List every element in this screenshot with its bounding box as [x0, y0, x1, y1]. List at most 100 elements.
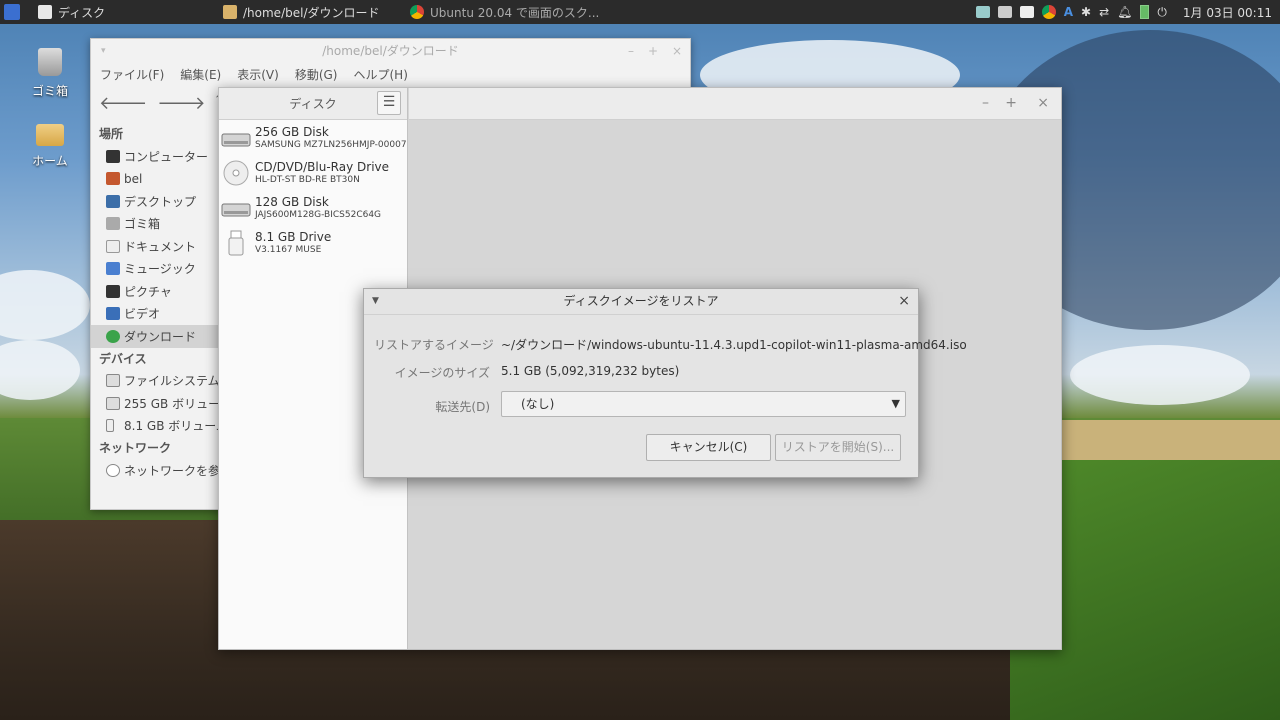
usb-drive-icon [106, 419, 114, 433]
menu-edit[interactable]: 編集(E) [180, 66, 221, 83]
disk-name: CD/DVD/Blu-Ray Drive [255, 159, 390, 174]
maximize-icon[interactable]: + [648, 39, 658, 63]
optical-icon [223, 160, 249, 185]
sidebar-item-label: ネットワークを参照 [124, 463, 219, 478]
app-menu-button[interactable]: ☰ [377, 91, 401, 115]
battery-icon[interactable] [1140, 5, 1150, 19]
disk-name: 128 GB Disk [255, 194, 329, 209]
sidebar-item-volume-255[interactable]: 255 GB ボリューム [91, 392, 219, 415]
disk-model: V3.1167 MUSE [255, 244, 322, 255]
desktop-home[interactable]: ホーム [15, 124, 85, 169]
sidebar-item-volume-8gb[interactable]: 8.1 GB ボリューム [91, 415, 219, 438]
wallpaper-cloud [0, 270, 90, 340]
hdd-icon [221, 203, 251, 216]
disk-model: SAMSUNG MZ7LN256HMJP-00007 [255, 139, 407, 150]
bluetooth-icon[interactable]: ✱ [1081, 5, 1091, 19]
task-file-manager[interactable]: /home/bel/ダウンロード [223, 0, 379, 24]
notes-icon[interactable] [1019, 6, 1034, 18]
sidebar-item-browse-network[interactable]: ネットワークを参照 [91, 459, 219, 482]
sidebar-item-videos[interactable]: ビデオ [91, 303, 219, 326]
sidebar-item-trash[interactable]: ゴミ箱 [91, 213, 219, 236]
menu-help[interactable]: ヘルプ(H) [353, 66, 407, 83]
home-folder-icon [36, 124, 64, 146]
destination-combobox[interactable]: (なし) ▼ [501, 391, 906, 417]
drive-icon [106, 396, 120, 410]
disk-model: JAJS600M128G-BICS52C64G [255, 209, 382, 220]
power-icon[interactable]: ⏻ [1157, 5, 1167, 20]
xfce-menu-icon [4, 4, 20, 20]
cancel-button[interactable]: キャンセル(C) [646, 434, 771, 461]
destination-label: 転送先(D) [435, 400, 490, 414]
usb-icon [228, 230, 244, 255]
maximize-icon[interactable]: + [1005, 95, 1017, 111]
screenshot-icon[interactable] [997, 6, 1012, 18]
whisker-menu-button[interactable] [4, 0, 20, 24]
drive-icon [106, 374, 120, 388]
sidebar-item-label: ダウンロード [124, 329, 197, 344]
sidebar-item-downloads[interactable]: ダウンロード [91, 325, 219, 348]
file-manager-titlebar[interactable]: ▾ /home/bel/ダウンロード – + × [91, 39, 690, 63]
dropdown-arrow-icon: ▼ [891, 397, 900, 410]
network-icon [106, 463, 120, 477]
task-disks[interactable]: ディスク [38, 0, 105, 24]
sidebar-item-label: デスクトップ [124, 194, 197, 209]
sidebar-item-documents[interactable]: ドキュメント [91, 235, 219, 258]
network-icon[interactable]: ⇄ [1099, 5, 1109, 19]
disk-item[interactable]: 128 GB Disk JAJS600M128G-BICS52C64G [219, 190, 407, 225]
menu-file[interactable]: ファイル(F) [100, 66, 164, 83]
sidebar-item-home[interactable]: bel [91, 168, 219, 191]
sidebar-item-desktop[interactable]: デスクトップ [91, 190, 219, 213]
disks-icon [38, 5, 52, 19]
dialog-titlebar[interactable]: ▼ ディスクイメージをリストア × [364, 289, 918, 315]
close-icon[interactable]: × [672, 39, 682, 63]
trash-icon [38, 48, 62, 76]
notification-icon[interactable]: 🔔︎ [1117, 5, 1132, 19]
minimize-icon[interactable]: – [982, 95, 989, 111]
wallpaper-cloud [0, 340, 80, 400]
dialog-title: ディスクイメージをリストア [563, 294, 719, 308]
image-label: リストアするイメージ [374, 338, 494, 352]
menu-go[interactable]: 移動(G) [295, 66, 338, 83]
sidebar-item-computer[interactable]: コンピューター [91, 145, 219, 168]
sidebar-item-pictures[interactable]: ピクチャ [91, 280, 219, 303]
document-icon [106, 239, 120, 253]
chrome-tray-icon[interactable] [1041, 5, 1056, 19]
close-icon[interactable]: × [898, 289, 910, 313]
desktop-trash[interactable]: ゴミ箱 [15, 48, 85, 99]
menu-view[interactable]: 表示(V) [237, 66, 279, 83]
computer-icon [106, 149, 120, 163]
sidebar-item-label: 8.1 GB ボリューム [124, 419, 219, 434]
minimize-icon[interactable]: – [628, 39, 634, 63]
disk-list-header: ディスク ☰ [219, 88, 407, 120]
size-value: 5.1 GB (5,092,319,232 bytes) [501, 364, 680, 378]
disk-item[interactable]: CD/DVD/Blu-Ray Drive HL-DT-ST BD-RE BT30N [219, 155, 407, 190]
disk-list-title: ディスク [289, 97, 337, 111]
sidebar-item-music[interactable]: ミュージック [91, 258, 219, 281]
start-restore-button[interactable]: リストアを開始(S)... [775, 434, 901, 461]
back-icon[interactable]: 🡐 [99, 93, 147, 114]
window-menu-icon[interactable]: ▼ [372, 289, 379, 313]
input-method-icon[interactable]: A [1064, 5, 1073, 19]
sidebar-item-label: ピクチャ [124, 284, 172, 299]
sidebar-item-label: ビデオ [124, 307, 161, 322]
window-menu-icon[interactable]: ▾ [101, 39, 106, 63]
close-icon[interactable]: × [1037, 95, 1049, 111]
disk-item[interactable]: 8.1 GB Drive V3.1167 MUSE [219, 225, 407, 260]
sidebar-item-filesystem[interactable]: ファイルシステム [91, 370, 219, 393]
clock[interactable]: 1月 03日 00:11 [1183, 4, 1272, 21]
task-label: ディスク [58, 5, 106, 20]
network-manager-icon[interactable] [975, 6, 990, 18]
sidebar-item-label: ミュージック [124, 262, 196, 277]
forward-icon[interactable]: 🡒 [157, 93, 205, 114]
disks-titlebar[interactable]: – + × [409, 88, 1061, 120]
trash-icon [106, 217, 120, 231]
disk-name: 256 GB Disk [255, 124, 329, 139]
top-panel: ディスク /home/bel/ダウンロード Ubuntu 20.04 で画面のス… [0, 0, 1280, 24]
disk-name: 8.1 GB Drive [255, 229, 332, 244]
system-tray: A ✱ ⇄ 🔔︎ ⏻ 1月 03日 00:11 [975, 0, 1280, 24]
hamburger-icon: ☰ [382, 94, 396, 110]
task-chrome[interactable]: Ubuntu 20.04 で画面のスク... [410, 0, 599, 24]
desktop-icon-label: ゴミ箱 [31, 84, 68, 98]
sidebar-item-label: 255 GB ボリューム [124, 396, 219, 411]
disk-item[interactable]: 256 GB Disk SAMSUNG MZ7LN256HMJP-00007 [219, 120, 407, 155]
